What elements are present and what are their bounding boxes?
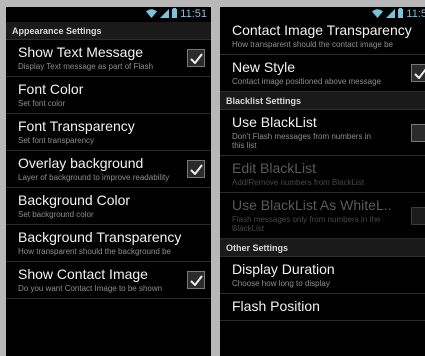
pref-title: Overlay background xyxy=(18,155,144,171)
pref-summary: Flash messages only from numbers in the … xyxy=(232,215,381,233)
settings-screen-left: 11:51 Appearance Settings Show Text Mess… xyxy=(6,7,211,356)
use-blacklist-checkbox[interactable] xyxy=(411,123,425,142)
new-style-checkbox[interactable] xyxy=(411,64,425,82)
clock: 11:51 xyxy=(180,8,207,20)
pref-use-blacklist[interactable]: Use BlackList Don't Flash messages from … xyxy=(220,110,425,156)
pref-contact-image-transparency[interactable]: Contact Image Transparency How transpare… xyxy=(220,18,425,55)
pref-background-transparency[interactable]: Background Transparency How transparent … xyxy=(6,225,211,262)
pref-summary: Set font color xyxy=(18,99,66,108)
pref-title: Flash Position xyxy=(232,298,320,314)
signal-icon xyxy=(160,8,170,20)
battery-icon xyxy=(172,8,178,20)
pref-title: New Style xyxy=(232,59,296,75)
pref-summary: Display Text message as part of Flash xyxy=(18,62,154,71)
pref-title: Use BlackList As WhiteL.. xyxy=(232,197,392,213)
section-header-blacklist: Blacklist Settings xyxy=(220,92,425,110)
pref-new-style[interactable]: New Style Contact image positioned above… xyxy=(220,55,425,92)
pref-summary: How transparent should the background be xyxy=(18,247,171,256)
pref-title: Use BlackList xyxy=(232,114,317,130)
settings-screen-right: 11:5 Contact Image Transparency How tran… xyxy=(220,7,425,356)
pref-summary: Choose how long to display xyxy=(232,279,330,288)
section-header-other: Other Settings xyxy=(220,239,425,257)
pref-edit-blacklist: Edit BlackList Add/Remove numbers from B… xyxy=(220,156,425,193)
show-text-message-checkbox[interactable] xyxy=(187,49,205,67)
pref-title: Display Duration xyxy=(232,261,335,277)
checkmark-icon xyxy=(189,274,203,286)
pref-background-color[interactable]: Background Color Set background color xyxy=(6,188,211,225)
pref-summary: Add/Remove numbers from BlackList xyxy=(232,178,365,187)
pref-summary: Don't Flash messages from numbers in thi… xyxy=(232,132,371,150)
overlay-background-checkbox[interactable] xyxy=(187,160,205,178)
pref-display-duration[interactable]: Display Duration Choose how long to disp… xyxy=(220,257,425,294)
pref-title: Font Transparency xyxy=(18,118,135,134)
show-contact-image-checkbox[interactable] xyxy=(187,271,205,289)
pref-summary: Set background color xyxy=(18,210,94,219)
pref-flash-position[interactable]: Flash Position xyxy=(220,294,425,321)
pref-title: Edit BlackList xyxy=(232,160,317,176)
pref-summary: Set font transparency xyxy=(18,136,95,145)
pref-title: Font Color xyxy=(18,81,84,97)
pref-title: Contact Image Transparency xyxy=(232,22,412,38)
checkmark-icon xyxy=(189,163,203,175)
pref-font-color[interactable]: Font Color Set font color xyxy=(6,77,211,114)
use-whitelist-checkbox xyxy=(411,206,425,225)
pref-show-contact-image[interactable]: Show Contact Image Do you want Contact I… xyxy=(6,262,211,299)
section-header-appearance: Appearance Settings xyxy=(6,22,211,40)
pref-title: Show Contact Image xyxy=(18,266,148,282)
pref-show-text-message[interactable]: Show Text Message Display Text message a… xyxy=(6,40,211,77)
checkmark-icon xyxy=(413,67,425,79)
pref-overlay-background[interactable]: Overlay background Layer of background t… xyxy=(6,151,211,188)
pref-summary: Contact image positioned above message xyxy=(232,77,381,86)
checkmark-icon xyxy=(189,52,203,64)
pref-summary: How transparent should the contact image… xyxy=(232,40,393,49)
pref-title: Background Transparency xyxy=(18,229,182,245)
pref-title: Show Text Message xyxy=(18,44,144,60)
pref-font-transparency[interactable]: Font Transparency Set font transparency xyxy=(6,114,211,151)
wifi-icon xyxy=(146,8,158,20)
pref-summary: Do you want Contact Image to be shown xyxy=(18,284,163,293)
pref-summary: Layer of background to improve readabili… xyxy=(18,173,170,182)
pref-title: Background Color xyxy=(18,192,131,208)
pref-use-blacklist-as-whitelist: Use BlackList As WhiteL.. Flash messages… xyxy=(220,193,425,239)
status-bar: 11:51 xyxy=(6,7,211,22)
